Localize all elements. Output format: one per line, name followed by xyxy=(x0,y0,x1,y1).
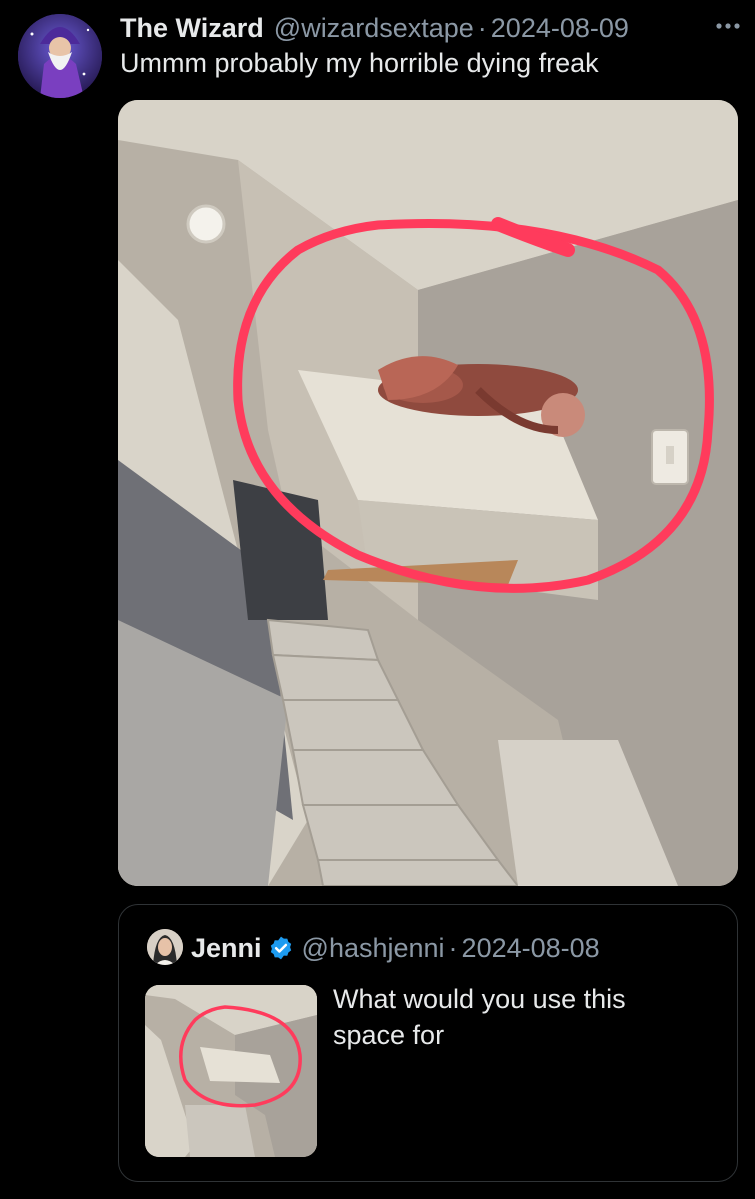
header-separator: · xyxy=(477,12,487,43)
more-horizontal-icon[interactable] xyxy=(711,12,745,40)
author-avatar[interactable] xyxy=(18,14,102,98)
quoted-author-avatar[interactable] xyxy=(147,929,183,965)
author-name[interactable]: The Wizard xyxy=(120,13,264,44)
quoted-tweet-card[interactable]: Jenni @hashjenni · 2024-08-08 What would… xyxy=(118,904,738,1182)
quoted-media-thumbnail[interactable] xyxy=(145,985,317,1157)
quoted-header-separator: · xyxy=(448,932,458,963)
quoted-author-name[interactable]: Jenni xyxy=(191,933,262,964)
quoted-tweet-header: Jenni @hashjenni · 2024-08-08 xyxy=(191,931,600,965)
tweet-header: The Wizard @wizardsextape · 2024-08-09 xyxy=(120,12,740,44)
tweet-media-photo[interactable] xyxy=(118,100,738,886)
quoted-author-handle[interactable]: @hashjenni xyxy=(302,933,445,964)
tweet-date[interactable]: 2024-08-09 xyxy=(491,13,629,44)
author-handle[interactable]: @wizardsextape xyxy=(274,13,474,44)
tweet-text: Ummm probably my horrible dying freak xyxy=(120,48,599,78)
quoted-tweet-text: What would you use this space for xyxy=(333,984,626,1050)
quoted-tweet-date[interactable]: 2024-08-08 xyxy=(462,933,600,964)
verified-badge-icon xyxy=(268,935,294,961)
